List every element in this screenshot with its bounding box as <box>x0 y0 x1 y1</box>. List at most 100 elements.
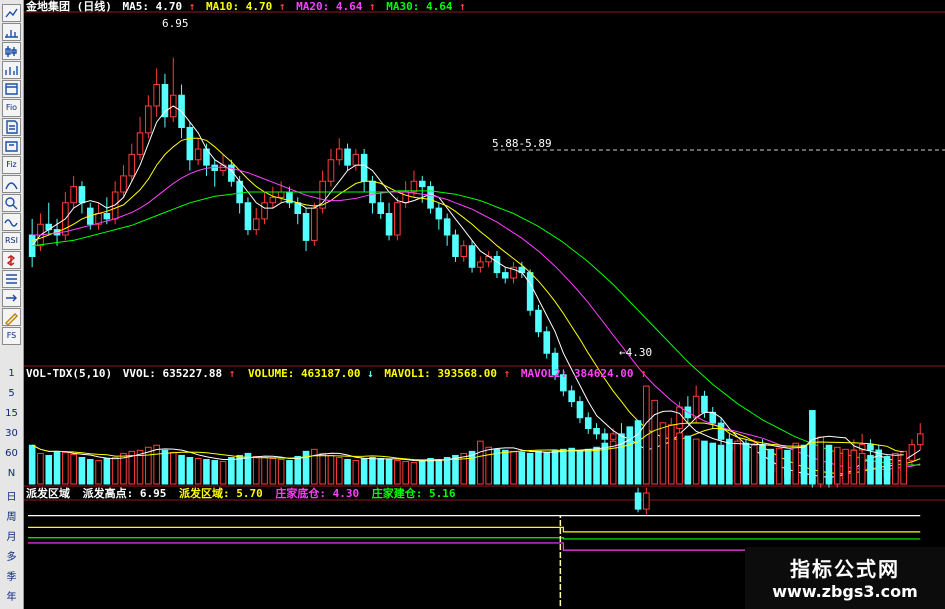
candle-body <box>120 175 127 193</box>
candle-body <box>568 390 575 403</box>
period-button-2[interactable]: 15 <box>2 408 21 419</box>
line-chart-icon[interactable] <box>2 23 21 41</box>
ma5-arrow: ↑ <box>189 0 196 13</box>
rsi-icon[interactable]: RSI <box>2 232 21 250</box>
volume-bar <box>526 452 534 485</box>
candle-body <box>269 196 277 204</box>
wave-icon[interactable] <box>2 213 21 231</box>
period-button-9[interactable]: 多 <box>2 548 21 563</box>
fiz-icon[interactable]: Fiz <box>2 156 21 174</box>
volume-bar <box>269 458 277 485</box>
candle-body <box>916 433 924 446</box>
period-button-11[interactable]: 年 <box>2 588 21 603</box>
high-annotation: 6.95 <box>162 17 189 30</box>
formula-icon[interactable] <box>2 175 21 193</box>
candle-body <box>867 444 874 451</box>
candle-body <box>908 444 916 462</box>
volume-bar <box>28 444 36 485</box>
candle-body <box>576 401 584 419</box>
volume-bar <box>833 446 841 485</box>
volume-bar <box>95 460 102 485</box>
mavol2-value: 384624.00 <box>574 367 634 380</box>
ma20-label: MA20: <box>296 0 329 13</box>
volume-bar <box>153 444 160 485</box>
volume-bar <box>294 455 302 485</box>
volume-bar <box>485 446 492 485</box>
vvol-value: 635227.88 <box>162 367 222 380</box>
pencil-icon[interactable] <box>2 308 21 326</box>
volume-bar <box>178 454 185 485</box>
chart-icon[interactable] <box>2 4 21 22</box>
period-button-1[interactable]: 5 <box>2 388 21 399</box>
period-button-4[interactable]: 60 <box>2 448 21 459</box>
list-icon[interactable] <box>2 270 21 288</box>
volume-bar <box>62 451 69 485</box>
period-button-5[interactable]: N <box>2 468 21 479</box>
volume-bar <box>684 435 692 485</box>
candle-body <box>460 245 468 257</box>
volume-bar <box>394 460 401 485</box>
mavol2-arrow: ↑ <box>640 367 647 380</box>
window-icon[interactable] <box>2 80 21 98</box>
volume-bar <box>277 459 285 485</box>
candle-body <box>676 406 683 429</box>
money-icon[interactable] <box>2 251 21 269</box>
candle-body <box>402 191 409 204</box>
volume-bar <box>360 458 368 485</box>
bar-chart-icon[interactable] <box>2 61 21 79</box>
fs-icon[interactable]: FS <box>2 327 21 345</box>
volume-bar <box>800 444 808 485</box>
candle-body <box>427 186 434 209</box>
candle-body <box>244 202 252 231</box>
volume-bar <box>377 458 385 485</box>
level-annotation: 5.88-5.89 <box>492 137 552 150</box>
volume-bar <box>228 456 235 485</box>
candle-body <box>252 218 260 231</box>
arrow-icon[interactable] <box>2 289 21 307</box>
period-button-0[interactable]: 1 <box>2 368 21 379</box>
fio-icon[interactable]: Fio <box>2 99 21 117</box>
f10-icon[interactable] <box>2 137 21 155</box>
document-icon[interactable] <box>2 118 21 136</box>
vvol-label: VVOL: <box>123 367 156 380</box>
volume-bar <box>219 461 227 485</box>
candle-body <box>443 218 451 236</box>
period-button-10[interactable]: 季 <box>2 568 21 583</box>
candle-body <box>352 153 360 166</box>
mavol2-label: MAVOL2: <box>521 367 567 380</box>
volume-bar <box>842 448 849 485</box>
volume-bar <box>817 436 824 485</box>
volume-bar <box>717 444 725 485</box>
volume-bar <box>892 452 899 485</box>
candle-body <box>302 213 310 241</box>
ind-zone-value: 5.70 <box>236 487 263 500</box>
volume-bar <box>311 448 318 485</box>
period-button-3[interactable]: 30 <box>2 428 21 439</box>
volume-bar <box>701 440 708 485</box>
indicator-name: 派发区域 <box>26 486 70 500</box>
ind-zone-label: 派发区域: <box>179 486 230 500</box>
volume-bar <box>659 422 667 485</box>
volume-bar <box>37 452 44 485</box>
volume-bar <box>825 444 833 485</box>
vvol-arrow: ↑ <box>229 367 236 380</box>
period-button-8[interactable]: 月 <box>2 528 21 543</box>
candle-body <box>136 132 144 155</box>
volume-bar <box>427 458 434 485</box>
volume-value: 463187.00 <box>301 367 361 380</box>
volume-bar <box>86 459 94 485</box>
candle-body <box>468 245 476 268</box>
search-icon[interactable] <box>2 194 21 212</box>
period-button-6[interactable]: 日 <box>2 488 21 503</box>
period-button-7[interactable]: 周 <box>2 508 21 523</box>
volume-bar <box>742 442 750 485</box>
candle-body <box>327 159 335 182</box>
volume-label: VOLUME: <box>248 367 294 380</box>
mavol1-value: 393568.00 <box>437 367 497 380</box>
candlestick-icon[interactable] <box>2 42 21 60</box>
candle-body <box>335 148 343 161</box>
volume-bar <box>236 454 243 485</box>
volume-bar <box>618 438 625 485</box>
mavol1-arrow: ↑ <box>504 367 511 380</box>
volume-bar <box>286 460 293 485</box>
